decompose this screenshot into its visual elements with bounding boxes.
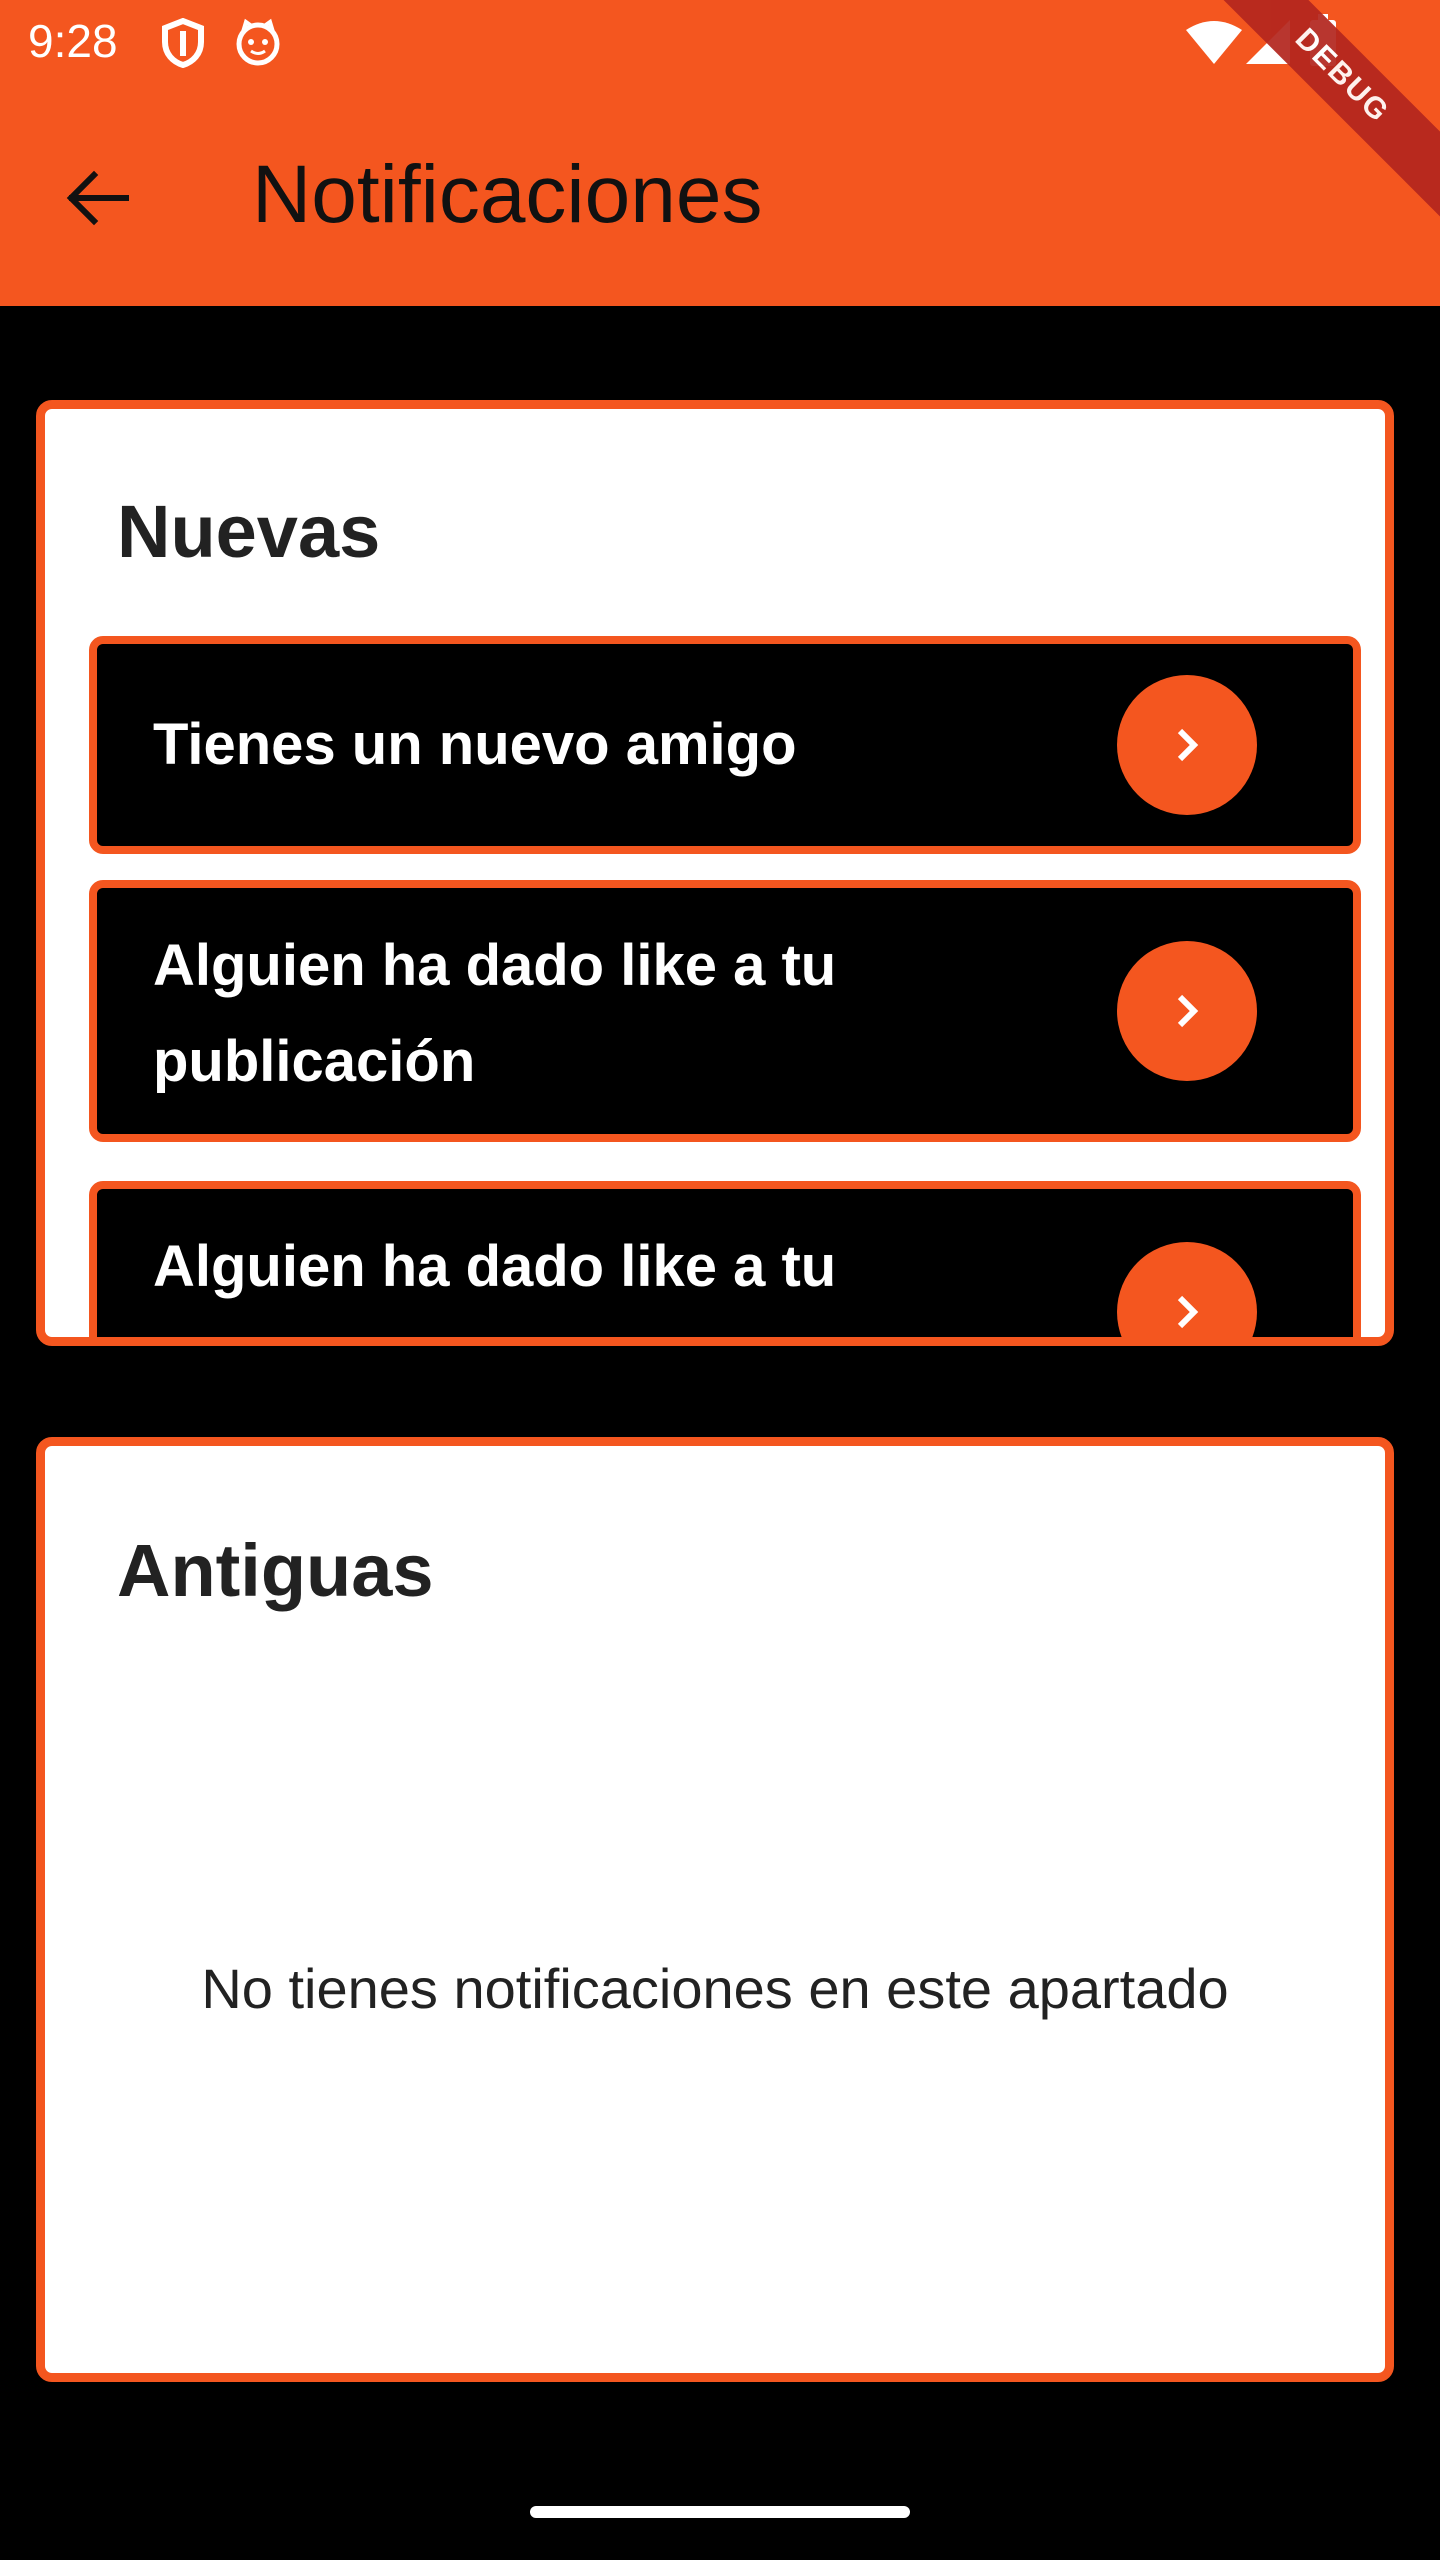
- page-title: Notificaciones: [252, 149, 763, 240]
- shield-icon: [160, 17, 206, 73]
- section-heading-old: Antiguas: [117, 1529, 434, 1612]
- cat-face-icon: [234, 18, 282, 71]
- notification-text: Alguien ha dado like a tu: [153, 1234, 837, 1299]
- chevron-right-icon: [1177, 1295, 1199, 1329]
- arrow-left-icon: [66, 170, 129, 226]
- notification-item[interactable]: Alguien ha dado like a tu: [89, 1181, 1361, 1337]
- open-notification-button[interactable]: [1117, 941, 1257, 1081]
- empty-state-message: No tienes notificaciones en este apartad…: [201, 1957, 1229, 2020]
- app-bar: 9:28 DEBUG Notificaciones: [0, 0, 1440, 306]
- chevron-right-icon: [1177, 994, 1199, 1028]
- notification-item[interactable]: Tienes un nuevo amigo: [89, 636, 1361, 854]
- notification-item[interactable]: Alguien ha dado like a tu publicación: [89, 880, 1361, 1142]
- notification-text: Tienes un nuevo amigo: [153, 712, 797, 777]
- open-notification-button[interactable]: [1117, 675, 1257, 815]
- notification-text: Alguien ha dado like a tu publicación: [153, 933, 837, 1094]
- wifi-icon: [1186, 20, 1242, 69]
- open-notification-button[interactable]: [1117, 1242, 1257, 1337]
- chevron-right-icon: [1177, 728, 1199, 762]
- old-notifications-card: Antiguas No tienes notificaciones en est…: [36, 1437, 1394, 2382]
- home-indicator[interactable]: [530, 2506, 910, 2518]
- status-bar: 9:28 DEBUG: [0, 0, 1440, 232]
- section-heading-new: Nuevas: [117, 490, 381, 573]
- back-button[interactable]: [50, 150, 146, 246]
- status-time: 9:28: [28, 15, 118, 67]
- new-notifications-card[interactable]: Nuevas Tienes un nuevo amigo Alguien ha …: [36, 400, 1394, 1346]
